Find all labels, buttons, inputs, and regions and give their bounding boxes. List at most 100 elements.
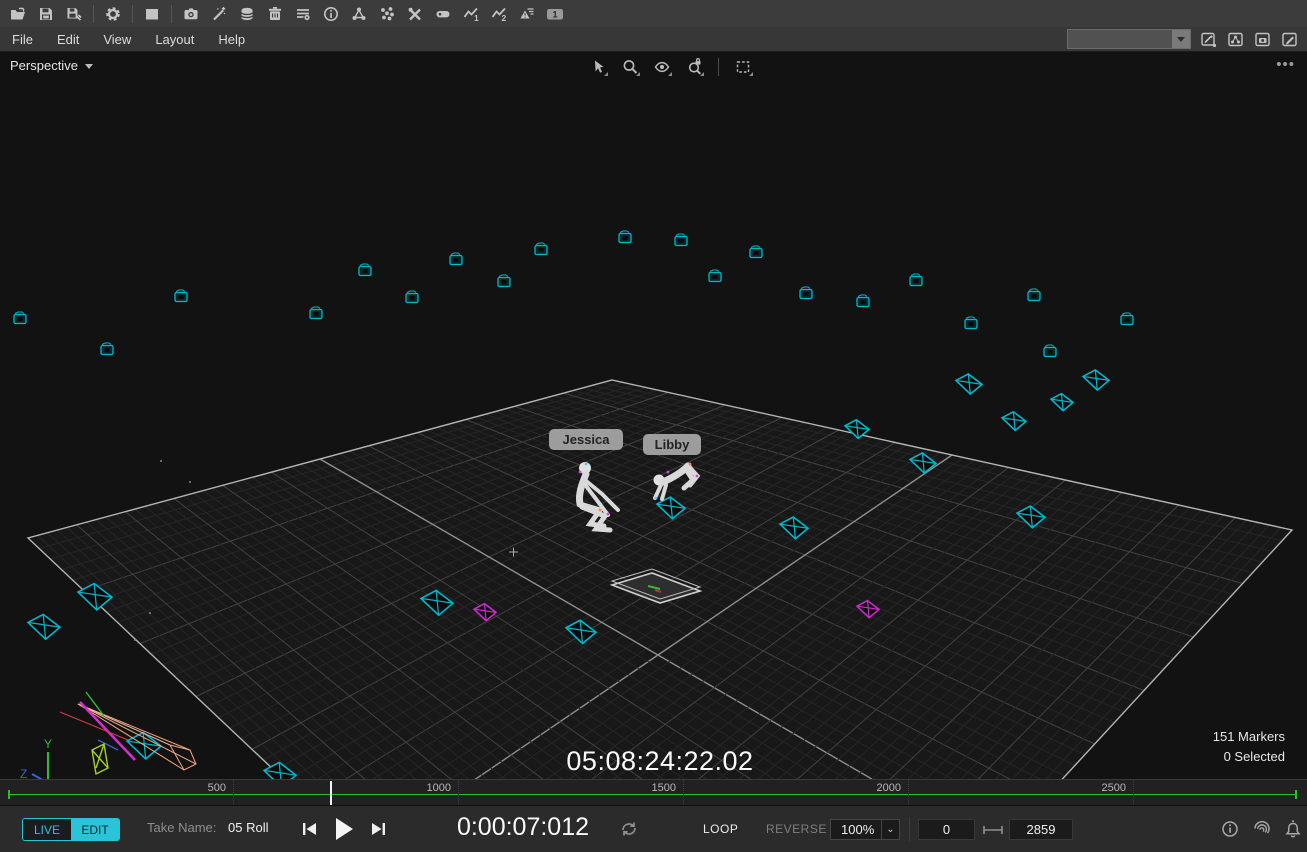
markers-count-label: 151 Markers xyxy=(1213,727,1285,747)
camera-small[interactable] xyxy=(310,307,322,319)
marquee-select-tool-button[interactable] xyxy=(731,56,755,78)
settings-gear-icon[interactable] xyxy=(101,3,125,25)
menu-item-edit[interactable]: Edit xyxy=(45,29,91,50)
streaming-coil-icon[interactable] xyxy=(1250,819,1272,844)
refresh-loop-icon[interactable] xyxy=(618,818,640,845)
tool-dropdown-corner xyxy=(700,72,704,76)
toolbar-separator xyxy=(93,5,94,23)
camera-small[interactable] xyxy=(675,234,687,246)
graph-1-icon[interactable]: 1 xyxy=(459,3,483,25)
graph-2-icon[interactable]: 2 xyxy=(487,3,511,25)
timeline-range-cap xyxy=(1295,790,1297,799)
layout-edit-wand-icon[interactable] xyxy=(1200,31,1218,48)
timeline-tick-label: 2000 xyxy=(877,782,905,794)
main-toolbar: 1 2 1 xyxy=(0,0,1307,27)
viewport-options-menu[interactable]: ••• xyxy=(1276,56,1295,73)
viewport-header: Perspective xyxy=(0,52,1307,82)
play-button[interactable] xyxy=(331,815,357,843)
builder-tools-icon[interactable] xyxy=(403,3,427,25)
zoom-tool-button[interactable] xyxy=(618,56,642,78)
camera-small[interactable] xyxy=(1028,289,1040,301)
skip-to-end-button[interactable] xyxy=(368,820,388,838)
take-name-value[interactable]: 05 Roll xyxy=(228,820,268,835)
selected-count-label: 0 Selected xyxy=(1213,747,1285,767)
camera-small[interactable] xyxy=(1044,345,1056,357)
camera-frustum[interactable] xyxy=(1002,412,1026,431)
camera-frustum[interactable] xyxy=(1083,370,1109,390)
timeline-tick-line xyxy=(908,780,909,807)
tool-dropdown-corner xyxy=(636,72,640,76)
viewport-tool-separator xyxy=(718,58,719,76)
chevron-down-icon xyxy=(85,64,93,69)
actor-name-tag: Libby xyxy=(643,434,701,455)
archive-trash-icon[interactable] xyxy=(263,3,287,25)
camera-small[interactable] xyxy=(619,231,631,243)
camera-small[interactable] xyxy=(910,274,922,286)
reverse-toggle[interactable]: REVERSE xyxy=(766,822,827,836)
timeline-range-cap xyxy=(8,790,10,799)
layout-camera-pane-icon[interactable] xyxy=(1254,31,1272,48)
info-circle-icon[interactable] xyxy=(319,3,343,25)
list-settings-icon[interactable] xyxy=(291,3,315,25)
3d-viewport[interactable]: YZXJessicaLibby Perspective xyxy=(0,52,1307,779)
edit-mode-button[interactable]: EDIT xyxy=(71,819,119,840)
notification-bell-icon[interactable] xyxy=(1283,819,1303,846)
layout-rect-icon[interactable] xyxy=(140,3,164,25)
log-alert-icon[interactable] xyxy=(515,3,539,25)
menu-item-layout[interactable]: Layout xyxy=(143,29,206,50)
info-status-icon[interactable] xyxy=(1220,819,1240,844)
follow-eye-tool-button[interactable] xyxy=(650,56,674,78)
save-as-icon[interactable] xyxy=(62,3,86,25)
camera-small[interactable] xyxy=(175,290,187,302)
layout-preset-combobox[interactable] xyxy=(1067,29,1191,49)
playback-speed-select[interactable]: 100% ⌄ xyxy=(830,819,900,840)
camera-small[interactable] xyxy=(101,343,113,355)
range-start-input[interactable]: 0 xyxy=(918,819,975,840)
asset-nodes-icon[interactable] xyxy=(347,3,371,25)
layout-edit-pane-icon[interactable] xyxy=(1281,31,1299,48)
camera-small[interactable] xyxy=(965,317,977,329)
camera-small[interactable] xyxy=(1121,313,1133,325)
timeline-ruler[interactable]: 5001000150020002500 xyxy=(0,779,1307,806)
layout-badge-1-icon[interactable]: 1 xyxy=(543,3,567,25)
range-end-input[interactable]: 2859 xyxy=(1009,819,1073,840)
camera-small[interactable] xyxy=(750,246,762,258)
menu-item-help[interactable]: Help xyxy=(206,29,257,50)
camera-small[interactable] xyxy=(535,243,547,255)
actor-name-label: Jessica xyxy=(563,432,611,447)
camera-frustum[interactable] xyxy=(1051,394,1073,411)
timeline-tick-line xyxy=(1133,780,1134,807)
menu-item-file[interactable]: File xyxy=(0,29,45,50)
data-layers-icon[interactable] xyxy=(235,3,259,25)
tool-dropdown-corner xyxy=(604,72,608,76)
camera-small[interactable] xyxy=(498,275,510,287)
zoom-lock-tool-button[interactable] xyxy=(682,56,706,78)
camera-small[interactable] xyxy=(800,287,812,299)
label-tag-icon[interactable] xyxy=(431,3,455,25)
skip-to-start-button[interactable] xyxy=(300,820,320,838)
camera-frustum[interactable] xyxy=(28,614,60,639)
camera-frustum[interactable] xyxy=(956,374,982,394)
combo-dropdown-button[interactable] xyxy=(1172,30,1190,48)
select-tool-button[interactable] xyxy=(586,56,610,78)
wand-icon[interactable] xyxy=(207,3,231,25)
timeline-playhead[interactable] xyxy=(330,781,332,805)
camera-small[interactable] xyxy=(709,270,721,282)
marker-scatter-icon[interactable] xyxy=(375,3,399,25)
camera-icon[interactable] xyxy=(179,3,203,25)
camera-small[interactable] xyxy=(359,264,371,276)
timeline-tick-label: 1500 xyxy=(652,782,680,794)
speed-dropdown-button[interactable]: ⌄ xyxy=(881,820,899,839)
loop-toggle[interactable]: LOOP xyxy=(703,822,738,836)
save-icon[interactable] xyxy=(34,3,58,25)
menu-item-view[interactable]: View xyxy=(91,29,143,50)
camera-small[interactable] xyxy=(450,253,462,265)
live-mode-button[interactable]: LIVE xyxy=(23,819,71,840)
3d-scene-canvas[interactable]: YZXJessicaLibby xyxy=(0,52,1307,779)
camera-small[interactable] xyxy=(14,312,26,324)
view-mode-dropdown[interactable]: Perspective xyxy=(10,58,93,73)
layout-nodes-pane-icon[interactable] xyxy=(1227,31,1245,48)
camera-small[interactable] xyxy=(406,291,418,303)
camera-small[interactable] xyxy=(857,295,869,307)
open-project-icon[interactable] xyxy=(6,3,30,25)
